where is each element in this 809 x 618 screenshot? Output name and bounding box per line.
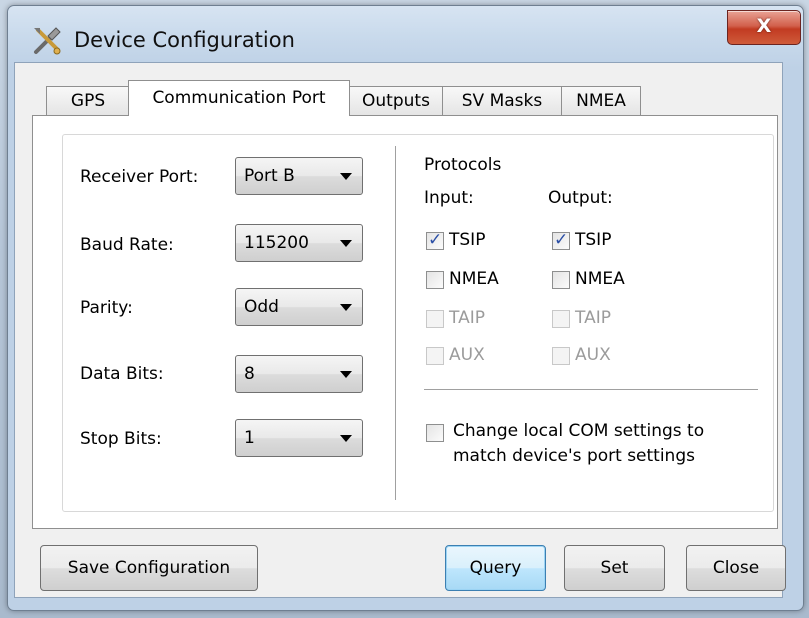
close-icon: X <box>756 15 772 37</box>
stop-bits-dropdown[interactable]: 1 <box>235 419 363 457</box>
close-button[interactable]: Close <box>686 545 786 591</box>
parity-value: Odd <box>244 297 279 317</box>
chevron-down-icon <box>340 173 352 180</box>
output-tsip-checkbox[interactable]: ✓ <box>552 230 570 250</box>
data-bits-label: Data Bits: <box>80 364 164 384</box>
local-com-label-line1: Change local COM settings to <box>453 421 705 441</box>
tab-outputs[interactable]: Outputs <box>349 86 443 115</box>
protocols-heading: Protocols <box>424 155 502 175</box>
tab-sv-masks[interactable]: SV Masks <box>442 86 562 115</box>
set-button[interactable]: Set <box>564 545 665 591</box>
stop-bits-value: 1 <box>244 428 255 448</box>
vertical-divider <box>395 146 396 500</box>
input-nmea-label: NMEA <box>449 269 499 289</box>
output-nmea-label: NMEA <box>575 269 625 289</box>
tab-nmea[interactable]: NMEA <box>561 86 641 115</box>
output-heading: Output: <box>548 188 613 208</box>
input-aux-checkbox <box>426 347 444 365</box>
input-tsip-label: TSIP <box>449 230 486 250</box>
window-close-button[interactable]: X <box>727 10 801 45</box>
parity-label: Parity: <box>80 298 133 318</box>
parity-dropdown[interactable]: Odd <box>235 288 363 326</box>
baud-rate-label: Baud Rate: <box>80 235 174 255</box>
data-bits-dropdown[interactable]: 8 <box>235 355 363 393</box>
output-aux-label: AUX <box>575 345 611 365</box>
query-button[interactable]: Query <box>445 545 546 591</box>
checkmark-icon: ✓ <box>554 230 569 250</box>
input-heading: Input: <box>424 188 474 208</box>
receiver-port-value: Port B <box>244 166 295 186</box>
input-tsip-checkbox[interactable]: ✓ <box>426 230 444 250</box>
local-com-checkbox[interactable] <box>426 424 444 442</box>
tools-icon <box>34 27 61 55</box>
data-bits-value: 8 <box>244 364 255 384</box>
baud-rate-value: 115200 <box>244 233 309 253</box>
output-taip-label: TAIP <box>575 308 611 328</box>
save-configuration-button[interactable]: Save Configuration <box>40 545 258 591</box>
local-com-label-line2: match device's port settings <box>453 446 695 466</box>
output-taip-checkbox <box>552 310 570 328</box>
horizontal-divider <box>424 389 758 390</box>
output-nmea-checkbox[interactable] <box>552 271 570 289</box>
checkmark-icon: ✓ <box>428 230 443 250</box>
tab-communication-port[interactable]: Communication Port <box>128 80 350 116</box>
baud-rate-dropdown[interactable]: 115200 <box>235 224 363 262</box>
input-nmea-checkbox[interactable] <box>426 271 444 289</box>
receiver-port-label: Receiver Port: <box>80 167 199 187</box>
input-taip-label: TAIP <box>449 308 485 328</box>
input-aux-label: AUX <box>449 345 485 365</box>
chevron-down-icon <box>340 240 352 247</box>
output-aux-checkbox <box>552 347 570 365</box>
stop-bits-label: Stop Bits: <box>80 429 162 449</box>
chevron-down-icon <box>340 371 352 378</box>
window-title: Device Configuration <box>74 28 295 52</box>
receiver-port-dropdown[interactable]: Port B <box>235 157 363 195</box>
chevron-down-icon <box>340 435 352 442</box>
output-tsip-label: TSIP <box>575 230 612 250</box>
chevron-down-icon <box>340 304 352 311</box>
input-taip-checkbox <box>426 310 444 328</box>
tab-gps[interactable]: GPS <box>46 86 130 115</box>
